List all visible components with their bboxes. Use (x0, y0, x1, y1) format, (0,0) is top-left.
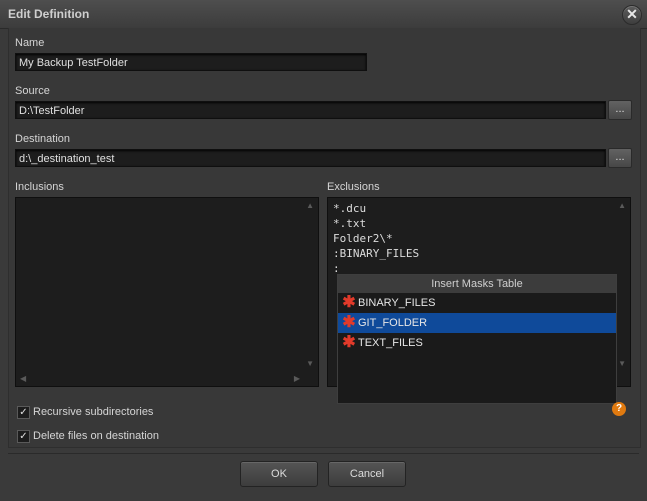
exclusions-lines: *.dcu *.txt Folder2\* :BINARY_FILES : (333, 201, 419, 276)
scroll-left-icon[interactable]: ◀ (20, 374, 26, 383)
exclusion-line: Folder2\* (333, 232, 393, 245)
exclusion-line: :BINARY_FILES (333, 247, 420, 260)
recursive-label[interactable]: Recursive subdirectories (33, 406, 153, 418)
cancel-button[interactable]: Cancel (328, 461, 406, 487)
mask-item-git-folder[interactable]: ✱ GIT_FOLDER (338, 313, 616, 333)
mask-item-label: GIT_FOLDER (358, 317, 428, 329)
insert-masks-popup[interactable]: Insert Masks Table ✱ BINARY_FILES ✱ GIT_… (337, 274, 617, 404)
scroll-right-icon[interactable]: ▶ (294, 374, 300, 383)
name-input[interactable]: My Backup TestFolder (15, 53, 367, 71)
source-input[interactable]: D:\TestFolder (15, 101, 606, 119)
asterisk-icon: ✱ (342, 294, 356, 311)
destination-browse-button[interactable]: ... (608, 148, 632, 168)
destination-input[interactable]: d:\_destination_test (15, 149, 606, 167)
destination-label: Destination (15, 133, 71, 145)
source-browse-button[interactable]: ... (608, 100, 632, 120)
mask-item-label: TEXT_FILES (358, 337, 423, 349)
exclusions-label: Exclusions (327, 181, 380, 193)
asterisk-icon: ✱ (342, 334, 356, 351)
recursive-checkbox[interactable]: ✓ (17, 406, 30, 419)
scroll-down-icon[interactable]: ▼ (306, 359, 314, 368)
inclusions-textarea[interactable]: ▲ ▼ ◀ ▶ (15, 197, 319, 387)
asterisk-icon: ✱ (342, 314, 356, 331)
close-icon: ✕ (626, 6, 638, 22)
name-label: Name (15, 37, 45, 49)
mask-item-label: BINARY_FILES (358, 297, 436, 309)
exclusion-line: *.txt (333, 217, 367, 230)
window-title: Edit Definition (8, 7, 90, 21)
mask-item-text-files[interactable]: ✱ TEXT_FILES (338, 333, 616, 353)
footer-divider (8, 453, 639, 454)
close-button[interactable]: ✕ (622, 5, 642, 25)
inclusions-label: Inclusions (15, 181, 64, 193)
exclusion-line: *.dcu (333, 202, 367, 215)
help-icon[interactable]: ? (612, 402, 626, 416)
source-label: Source (15, 85, 50, 97)
delete-label[interactable]: Delete files on destination (33, 430, 159, 442)
title-bar: Edit Definition ✕ (0, 0, 647, 29)
scroll-up-icon[interactable]: ▲ (306, 201, 314, 210)
ok-button[interactable]: OK (240, 461, 318, 487)
delete-checkbox[interactable]: ✓ (17, 430, 30, 443)
scroll-down-icon[interactable]: ▼ (618, 359, 626, 368)
scroll-up-icon[interactable]: ▲ (618, 201, 626, 210)
mask-item-binary-files[interactable]: ✱ BINARY_FILES (338, 293, 616, 313)
popup-title: Insert Masks Table (338, 275, 616, 293)
